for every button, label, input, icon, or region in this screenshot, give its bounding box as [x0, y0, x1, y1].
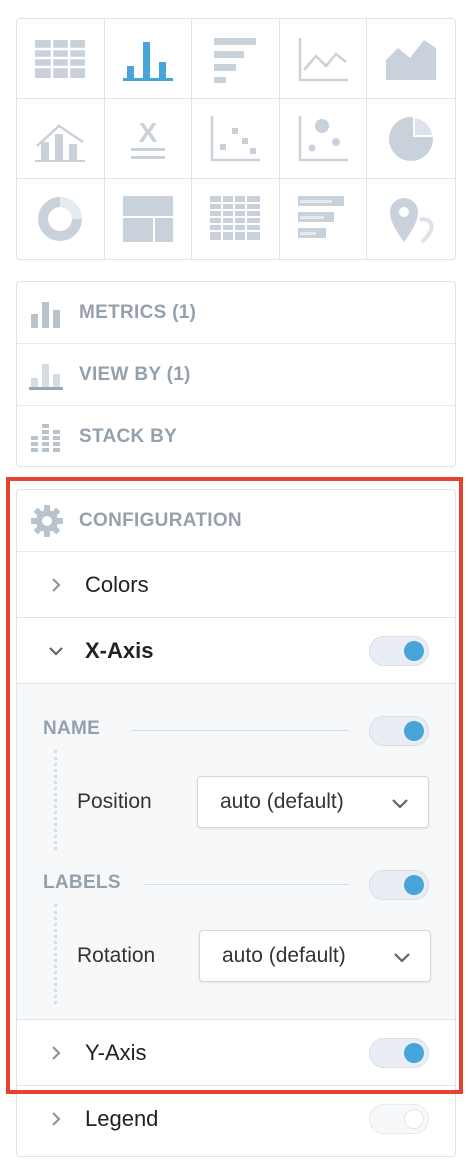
rotation-label: Rotation [77, 944, 156, 967]
chevron-down-icon [392, 799, 408, 809]
legend-toggle-knob [404, 1109, 424, 1129]
viz-combo-chart-button[interactable] [17, 99, 105, 179]
viz-bar-chart-button[interactable] [192, 19, 280, 99]
bucket-stack-by[interactable]: STACK BY [17, 406, 455, 468]
stack-by-icon [31, 424, 60, 452]
chevron-right-icon [52, 1045, 61, 1060]
legend-label: Legend [85, 1106, 159, 1131]
y-axis-toggle[interactable] [369, 1037, 429, 1068]
area-chart-icon [386, 39, 437, 80]
pie-chart-icon [389, 115, 435, 161]
legend-toggle[interactable] [369, 1104, 429, 1134]
headline-icon: X [130, 117, 165, 159]
name-subsection-title: NAME [43, 718, 101, 739]
viz-heatmap-button[interactable] [192, 179, 280, 259]
rotation-value: auto (default) [222, 944, 346, 967]
donut-chart-icon [38, 197, 83, 241]
chevron-right-icon [52, 577, 61, 592]
viz-treemap-button[interactable] [105, 179, 193, 259]
rotation-dropdown[interactable]: auto (default) [199, 930, 431, 982]
x-axis-label: X-Axis [85, 637, 154, 663]
configuration-panel: CONFIGURATION Colors X-Axis NAME Positio… [16, 489, 456, 1157]
position-value: auto (default) [220, 790, 344, 813]
viz-area-chart-button[interactable] [367, 19, 455, 99]
x-axis-toggle-knob [404, 640, 424, 661]
combo-chart-icon [35, 123, 86, 162]
y-axis-section[interactable]: Y-Axis [17, 1020, 455, 1086]
colors-section[interactable]: Colors [17, 552, 455, 618]
viz-pie-chart-button[interactable] [367, 99, 455, 179]
treemap-icon [122, 196, 173, 242]
bucket-metrics[interactable]: METRICS (1) [17, 282, 455, 344]
labels-subsection-title: LABELS [43, 872, 121, 893]
name-toggle-knob [404, 721, 424, 741]
viz-donut-chart-button[interactable] [17, 179, 105, 259]
x-axis-section[interactable]: X-Axis [17, 618, 455, 684]
labels-tree-line [54, 904, 57, 1004]
viz-headline-button[interactable]: X [104, 99, 193, 179]
position-dropdown[interactable]: auto (default) [197, 776, 429, 828]
heatmap-icon [210, 196, 261, 240]
chevron-right-icon [52, 1112, 61, 1126]
line-chart-icon [298, 37, 349, 81]
name-divider [131, 730, 349, 731]
visualization-type-picker: X [16, 18, 456, 260]
table-icon [35, 39, 86, 78]
buckets-panel: METRICS (1) VIEW BY (1) STACK BY [16, 281, 456, 467]
x-axis-toggle[interactable] [369, 635, 429, 666]
name-tree-line [54, 750, 57, 850]
name-toggle[interactable] [369, 716, 429, 746]
configuration-title: CONFIGURATION [79, 509, 242, 531]
view-by-icon [29, 363, 63, 390]
colors-label: Colors [85, 571, 149, 597]
labels-divider [143, 884, 349, 885]
bar-chart-icon [214, 37, 257, 83]
viz-bubble-chart-button[interactable] [279, 99, 368, 179]
legend-section[interactable]: Legend [17, 1086, 455, 1152]
bucket-stack-by-label: STACK BY [79, 426, 178, 447]
svg-text:X: X [139, 117, 158, 148]
y-axis-label: Y-Axis [85, 1039, 147, 1065]
bucket-view-by-label: VIEW BY (1) [79, 363, 191, 385]
bucket-metrics-label: METRICS (1) [79, 301, 197, 323]
labels-toggle[interactable] [369, 870, 429, 900]
position-label: Position [77, 790, 152, 813]
labels-toggle-knob [404, 875, 424, 895]
chevron-down-icon [49, 646, 63, 656]
viz-bullet-chart-button[interactable] [280, 179, 368, 259]
metrics-icon [31, 301, 60, 328]
gear-icon [31, 504, 63, 537]
bubble-chart-icon [298, 115, 349, 161]
viz-geo-chart-button[interactable] [367, 179, 455, 259]
geo-chart-icon [390, 198, 434, 244]
viz-scatter-plot-button[interactable] [192, 99, 280, 179]
viz-column-chart-button[interactable] [104, 19, 193, 99]
column-chart-icon [122, 41, 173, 81]
configuration-header: CONFIGURATION [17, 490, 455, 552]
viz-line-chart-button[interactable] [279, 19, 368, 99]
y-axis-toggle-knob [404, 1042, 424, 1063]
bullet-chart-icon [298, 196, 345, 238]
chevron-down-icon [394, 953, 410, 963]
scatter-plot-icon [211, 115, 261, 161]
x-axis-settings: NAME Position auto (default) LABELS Rota… [17, 684, 455, 1020]
viz-table-button[interactable] [17, 19, 105, 99]
bucket-view-by[interactable]: VIEW BY (1) [17, 344, 455, 406]
